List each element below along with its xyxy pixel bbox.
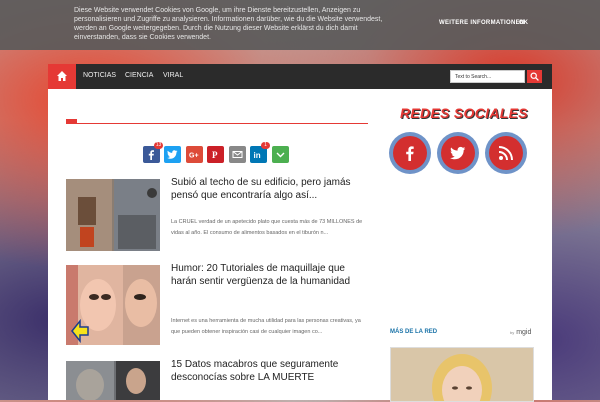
home-icon: [57, 71, 67, 81]
rss-icon: [498, 146, 513, 161]
cookie-banner: Diese Website verwendet Cookies von Goog…: [0, 0, 600, 50]
share-more-icon: [276, 152, 285, 158]
twitter-share-button[interactable]: [164, 146, 181, 163]
mgid-by-label: by: [510, 330, 515, 335]
post-image: [66, 361, 160, 400]
svg-text:in: in: [254, 151, 261, 160]
search-input[interactable]: Text to Search...: [450, 70, 525, 83]
main-nav: NOTICIAS CIENCIA VIRAL Text to Search...: [48, 64, 552, 89]
post-excerpt: Internet es una herramienta de mucha uti…: [171, 318, 361, 335]
post-title[interactable]: Humor: 20 Tutoriales de maquillaje que h…: [171, 263, 371, 288]
more-info-button[interactable]: WEITERE INFORMATIONEN: [439, 20, 525, 26]
email-share-button[interactable]: [229, 146, 246, 163]
twitter-link[interactable]: [437, 132, 479, 174]
mgid-logo[interactable]: by mgid: [510, 329, 531, 336]
section-heading-line: [66, 123, 368, 124]
promo-photo: [391, 348, 533, 401]
facebook-link[interactable]: [389, 132, 431, 174]
search-button[interactable]: [527, 70, 542, 83]
more-share-button[interactable]: [272, 146, 289, 163]
more-from-network-label: MÁS DE LA RED: [390, 329, 438, 335]
post-excerpt: La CRUEL verdad de un apetecido plato qu…: [171, 219, 363, 236]
linkedin-share-count: 1: [261, 142, 270, 149]
content-area: 13 G+ P in 1 Subió al techo de su edific…: [48, 89, 552, 402]
cookie-ok-button[interactable]: OK: [519, 20, 528, 26]
facebook-share-button[interactable]: 13: [143, 142, 163, 163]
google-plus-icon: G+: [189, 153, 199, 160]
facebook-badge: [393, 136, 427, 170]
rss-badge: [489, 136, 523, 170]
cookie-text: Diese Website verwendet Cookies von Goog…: [74, 7, 383, 41]
post-image: [66, 265, 160, 345]
twitter-badge: [441, 136, 475, 170]
svg-text:G+: G+: [189, 153, 199, 160]
rss-link[interactable]: [485, 132, 527, 174]
post-thumbnail[interactable]: [66, 265, 160, 345]
post-thumbnail[interactable]: [66, 179, 160, 251]
svg-text:P: P: [212, 150, 218, 160]
social-title: REDES SOCIALES: [400, 105, 528, 121]
nav-item-noticias[interactable]: NOTICIAS: [83, 72, 116, 79]
facebook-icon: [406, 146, 414, 161]
twitter-icon: [167, 150, 178, 159]
mgid-label: mgid: [516, 329, 532, 336]
facebook-share-count: 13: [154, 142, 163, 149]
linkedin-icon: in: [254, 151, 261, 160]
post-image: [66, 179, 160, 251]
post-title[interactable]: Subió al techo de su edificio, pero jamá…: [171, 177, 371, 202]
pinterest-share-button[interactable]: P: [207, 146, 224, 163]
facebook-icon: [148, 150, 154, 160]
promo-image[interactable]: [390, 347, 534, 402]
nav-item-viral[interactable]: VIRAL: [163, 72, 183, 79]
pinterest-icon: P: [212, 150, 218, 160]
linkedin-share-button[interactable]: in 1: [250, 142, 270, 163]
post-thumbnail[interactable]: [66, 361, 160, 400]
home-button[interactable]: [48, 64, 76, 89]
twitter-icon: [450, 146, 466, 160]
post-title[interactable]: 15 Datos macabros que seguramente descon…: [171, 359, 371, 384]
googleplus-share-button[interactable]: G+: [186, 146, 203, 163]
email-icon: [232, 151, 243, 158]
search-icon: [530, 72, 539, 81]
nav-item-ciencia[interactable]: CIENCIA: [125, 72, 153, 79]
